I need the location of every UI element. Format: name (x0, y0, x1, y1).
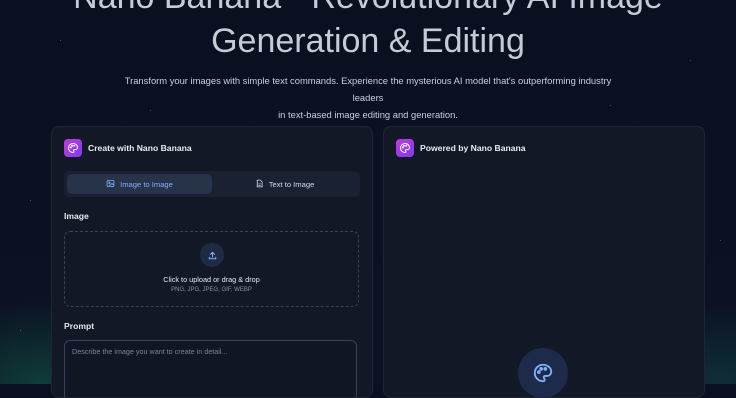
subtitle-line1: Transform your images with simple text c… (124, 75, 612, 103)
hero-title-line2: Generation & Editing (211, 22, 525, 60)
output-card-header: Powered by Nano Banana (396, 139, 526, 157)
output-placeholder-palette-icon (518, 348, 568, 397)
prompt-input[interactable] (64, 340, 357, 397)
hero-title-line1: Nano Banana - Revolutionary AI Image (0, 0, 736, 17)
upload-icon (200, 243, 224, 267)
upload-formats-text: PNG, JPG, JPEG, GIF, WEBP (171, 287, 252, 293)
document-icon (255, 179, 264, 190)
image-label: Image (64, 211, 89, 221)
create-card-header: Create with Nano Banana (64, 139, 192, 157)
tab-image-to-image[interactable]: Image to Image (67, 174, 212, 194)
subtitle-line2: in text-based image editing and generati… (278, 109, 458, 120)
image-upload-dropzone[interactable]: Click to upload or drag & drop PNG, JPG,… (64, 231, 359, 307)
star-dot (720, 240, 721, 241)
output-card-title: Powered by Nano Banana (420, 143, 526, 153)
star-dot (20, 330, 21, 331)
create-card-title: Create with Nano Banana (88, 143, 192, 153)
tab-text-to-image[interactable]: Text to Image (212, 174, 357, 194)
palette-icon (396, 139, 414, 157)
upload-main-text: Click to upload or drag & drop (163, 275, 260, 284)
mode-tabs: Image to Image Text to Image (64, 171, 360, 197)
output-card: Powered by Nano Banana (383, 126, 705, 398)
tab-image-to-image-label: Image to Image (120, 179, 173, 189)
image-icon (106, 179, 115, 190)
tab-text-to-image-label: Text to Image (268, 179, 315, 189)
create-card: Create with Nano Banana Image to Image T… (51, 126, 373, 398)
palette-icon (64, 139, 82, 157)
star-dot (30, 200, 31, 201)
hero-subtitle: Transform your images with simple text c… (110, 72, 626, 123)
prompt-label: Prompt (64, 321, 95, 331)
